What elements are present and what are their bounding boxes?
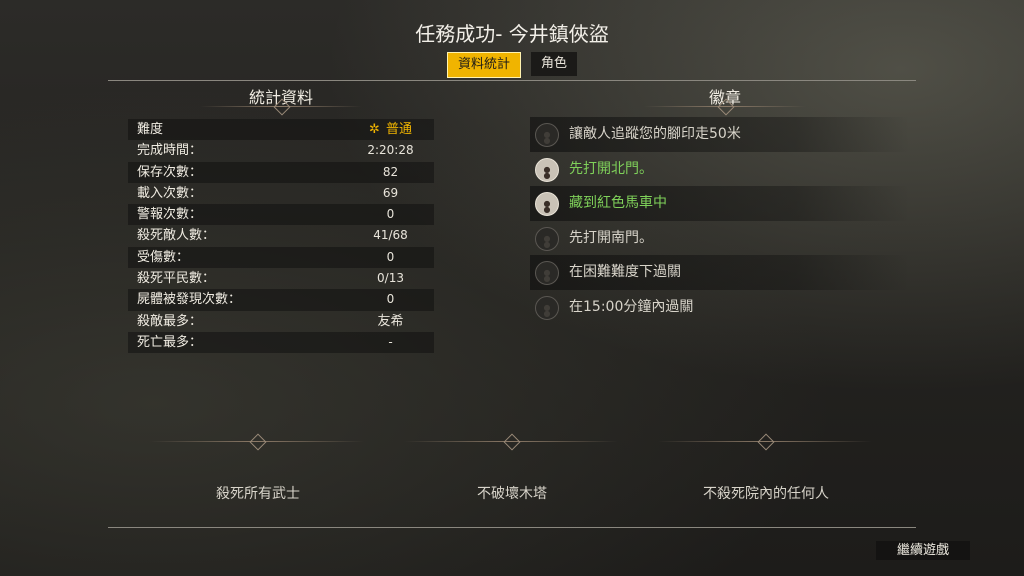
stat-value: 0/13 <box>377 271 404 286</box>
stat-label: 殺敵最多： <box>137 313 203 329</box>
challenge-ornament <box>150 433 364 451</box>
challenge-label: 殺死所有武士 <box>216 486 300 502</box>
badge-item[interactable]: ● ● 藏到紅色馬車中 <box>530 186 910 221</box>
continue-game-button[interactable]: 繼續遊戲 <box>876 541 970 560</box>
stats-row: 警報次數： 0 <box>128 204 434 226</box>
stat-value: - <box>388 334 393 349</box>
badge-item[interactable]: ● ● 先打開北門。 <box>530 152 910 187</box>
badge-text: 先打開北門。 <box>569 160 653 177</box>
badge-text: 在15:00分鐘內過關 <box>569 298 694 315</box>
stat-value: 41/68 <box>373 228 408 243</box>
stats-row: 殺死平民數： 0/13 <box>128 268 434 289</box>
badge-icon: ● ● <box>535 123 559 147</box>
stat-value: 82 <box>382 164 399 179</box>
badge-text: 在困難難度下過關 <box>569 264 681 281</box>
challenge-label: 不殺死院內的任何人 <box>703 486 829 502</box>
badge-item[interactable]: ● ● 先打開南門。 <box>530 221 910 256</box>
challenge-label: 不破壞木塔 <box>477 486 547 502</box>
stats-row-difficulty: 難度 ✲ 普通 <box>128 119 434 141</box>
badge-icon: ● ● <box>535 261 559 286</box>
stat-value: 69 <box>382 185 399 200</box>
challenge-ornament <box>404 433 618 451</box>
sun-icon: ✲ <box>369 122 380 137</box>
stats-ornament <box>200 98 362 116</box>
stats-row: 完成時間： 2:20:28 <box>128 140 434 161</box>
stat-label: 受傷數： <box>137 249 190 265</box>
badge-icon: ● ● <box>535 192 559 217</box>
stat-label: 保存次數： <box>137 164 203 180</box>
stats-row: 死亡最多： - <box>128 331 434 354</box>
stat-value: ✲ 普通 <box>328 119 453 140</box>
badge-text: 先打開南門。 <box>569 229 653 246</box>
tab-bar: 資料統計 角色 <box>0 52 1024 78</box>
stat-value-text: 普通 <box>385 122 412 137</box>
badge-text: 藏到紅色馬車中 <box>569 195 667 212</box>
stats-row: 受傷數： 0 <box>128 246 434 269</box>
stat-label: 難度 <box>137 122 164 137</box>
bottom-divider <box>108 527 916 528</box>
stat-label: 殺死敵人數： <box>137 228 216 244</box>
badges-ornament <box>644 98 806 116</box>
stat-label: 警報次數： <box>137 207 203 223</box>
stat-value: 0 <box>386 207 395 222</box>
stat-value: 2:20:28 <box>367 143 414 158</box>
badge-item[interactable]: ● ● 在困難難度下過關 <box>530 255 910 290</box>
stats-row: 載入次數： 69 <box>128 183 434 204</box>
badge-text: 讓敵人追蹤您的腳印走50米 <box>569 126 741 142</box>
badge-icon: ● ● <box>535 295 559 320</box>
stat-label: 屍體被發現次數： <box>137 292 242 308</box>
stats-row: 殺死敵人數： 41/68 <box>128 225 434 246</box>
stat-label: 死亡最多： <box>137 334 203 350</box>
stat-label: 載入次數： <box>137 185 203 201</box>
tab-characters[interactable]: 角色 <box>531 52 578 76</box>
badge-item[interactable]: ● ● 讓敵人追蹤您的腳印走50米 <box>530 117 910 152</box>
tab-statistics[interactable]: 資料統計 <box>446 52 521 78</box>
stats-table: 難度 ✲ 普通 完成時間： 2:20:28 保存次數： 82 載入次數： 69 警… <box>128 119 434 354</box>
stat-value: 0 <box>386 249 395 264</box>
badge-icon: ● ● <box>535 226 559 251</box>
badge-list: ● ● 讓敵人追蹤您的腳印走50米 ● ● 先打開北門。 ● ● 藏到紅色馬車中… <box>530 117 910 325</box>
challenge-ornament <box>658 433 872 451</box>
stats-row: 殺敵最多： 友希 <box>128 311 434 332</box>
stats-row: 保存次數： 82 <box>128 161 434 183</box>
stats-row: 屍體被發現次數： 0 <box>128 289 434 311</box>
stat-label: 完成時間： <box>137 143 203 159</box>
stat-label: 殺死平民數： <box>137 271 216 287</box>
badge-item[interactable]: ● ● 在15:00分鐘內過關 <box>530 290 910 325</box>
stat-value: 0 <box>386 292 395 307</box>
top-divider <box>108 80 916 81</box>
mission-title: 任務成功- 今井鎮俠盜 <box>415 22 609 46</box>
badge-icon: ● ● <box>535 157 559 182</box>
stat-value: 友希 <box>377 313 404 329</box>
